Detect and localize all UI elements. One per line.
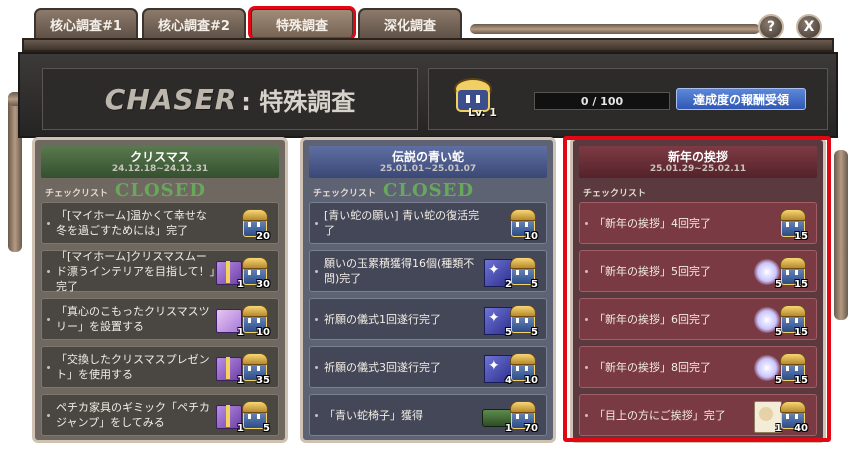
checklist-item: 「[マイホーム]温かくて幸せな冬を過ごすためには」完了 20	[41, 202, 279, 244]
checklist-item: 祈願の儀式3回遂行完了 ✦ 4 10	[309, 346, 547, 388]
chest-icon[interactable]: 35	[238, 349, 270, 386]
chest-icon[interactable]: 5	[506, 301, 538, 338]
chaser-logo: CHASER	[104, 82, 238, 116]
closed-stamp: CLOSED	[115, 180, 206, 201]
checklist-item: [青い蛇の願い] 青い蛇の復活完了 10	[309, 202, 547, 244]
right-pipe-decoration	[834, 150, 848, 320]
chest-icon[interactable]: 30	[238, 253, 270, 290]
item-text: 祈願の儀式1回遂行完了	[324, 312, 441, 326]
checklist-item: 祈願の儀式1回遂行完了 ✦ 5 5	[309, 298, 547, 340]
panel-title: クリスマス	[130, 149, 190, 164]
item-text: ペチカ家具のギミック「ペチカジャンプ」をしてみる	[56, 401, 210, 429]
tab-core-investigation-2[interactable]: 核心調査#2	[142, 8, 246, 38]
item-text: 「交換したクリスマスプレゼント」を使用する	[56, 353, 210, 381]
chest-icon[interactable]: 10	[506, 349, 538, 386]
level-label: Lv. 1	[468, 106, 497, 119]
page-subtitle: : 特殊調査	[241, 87, 356, 116]
checklist-label: チェックリスト	[313, 189, 377, 199]
tab-deep-investigation[interactable]: 深化調査	[358, 8, 462, 38]
chest-icon[interactable]: 10	[238, 301, 270, 338]
checklist-item: 願いの玉累積獲得16個(種類不問)完了 ✦ 2 5	[309, 250, 547, 292]
tab-special-investigation[interactable]: 特殊調査	[248, 6, 356, 40]
checklist-label: チェックリスト	[45, 189, 109, 199]
item-text: 願いの玉累積獲得16個(種類不問)完了	[324, 257, 475, 285]
chest-icon[interactable]: 70	[506, 397, 538, 434]
chest-icon[interactable]: 10	[506, 205, 538, 242]
chest-icon[interactable]: 20	[238, 205, 270, 242]
closed-stamp: CLOSED	[383, 180, 474, 201]
chaser-window: 核心調査#1 核心調査#2 特殊調査 深化調査 ? X CHASER : 特殊調…	[0, 0, 856, 463]
tab-core-investigation-1[interactable]: 核心調査#1	[34, 8, 138, 38]
header-frame	[22, 38, 834, 52]
item-text: 「真心のこもったクリスマスツリー」を設置する	[56, 305, 210, 333]
chest-icon[interactable]: 5	[506, 253, 538, 290]
close-button[interactable]: X	[796, 14, 822, 40]
item-text: 「[マイホーム]クリスマスムード漂うインテリアを目指して！」完了	[56, 249, 216, 293]
checklist-item: 「真心のこもったクリスマスツリー」を設置する 1 10	[41, 298, 279, 340]
page-title: CHASER : 特殊調査	[42, 68, 418, 130]
panel-christmas: クリスマス 24.12.18~24.12.31 チェックリスト CLOSED 「…	[32, 137, 288, 443]
chest-icon[interactable]: 5	[238, 397, 270, 434]
claim-reward-button[interactable]: 達成度の報酬受領	[676, 88, 806, 110]
checklist-item: 「交換したクリスマスプレゼント」を使用する 1 35	[41, 346, 279, 388]
panel-banner: 伝説の青い蛇 25.01.01~25.01.07	[309, 146, 547, 178]
panel-dates: 24.12.18~24.12.31	[111, 163, 209, 174]
panel-dates: 25.01.01~25.01.07	[379, 163, 477, 174]
panel-banner: クリスマス 24.12.18~24.12.31	[41, 146, 279, 178]
checklist-item: 「[マイホーム]クリスマスムード漂うインテリアを目指して！」完了 1 30	[41, 249, 279, 293]
highlight-frame	[563, 136, 831, 442]
panel-title: 伝説の青い蛇	[391, 149, 464, 164]
top-pipe-decoration	[470, 24, 760, 34]
panel-legendary-blue-snake: 伝説の青い蛇 25.01.01~25.01.07 チェックリスト CLOSED …	[300, 137, 556, 443]
item-text: 祈願の儀式3回遂行完了	[324, 360, 441, 374]
item-text: 「青い蛇椅子」獲得	[324, 408, 423, 422]
help-button[interactable]: ?	[758, 14, 784, 40]
checklist-item: ペチカ家具のギミック「ペチカジャンプ」をしてみる 1 5	[41, 394, 279, 436]
checklist-item: 「青い蛇椅子」獲得 1 70	[309, 394, 547, 436]
item-text: [青い蛇の願い] 青い蛇の復活完了	[324, 209, 480, 237]
progress-counter: 0 / 100	[534, 92, 670, 110]
item-text: 「[マイホーム]温かくて幸せな冬を過ごすためには」完了	[56, 209, 207, 237]
